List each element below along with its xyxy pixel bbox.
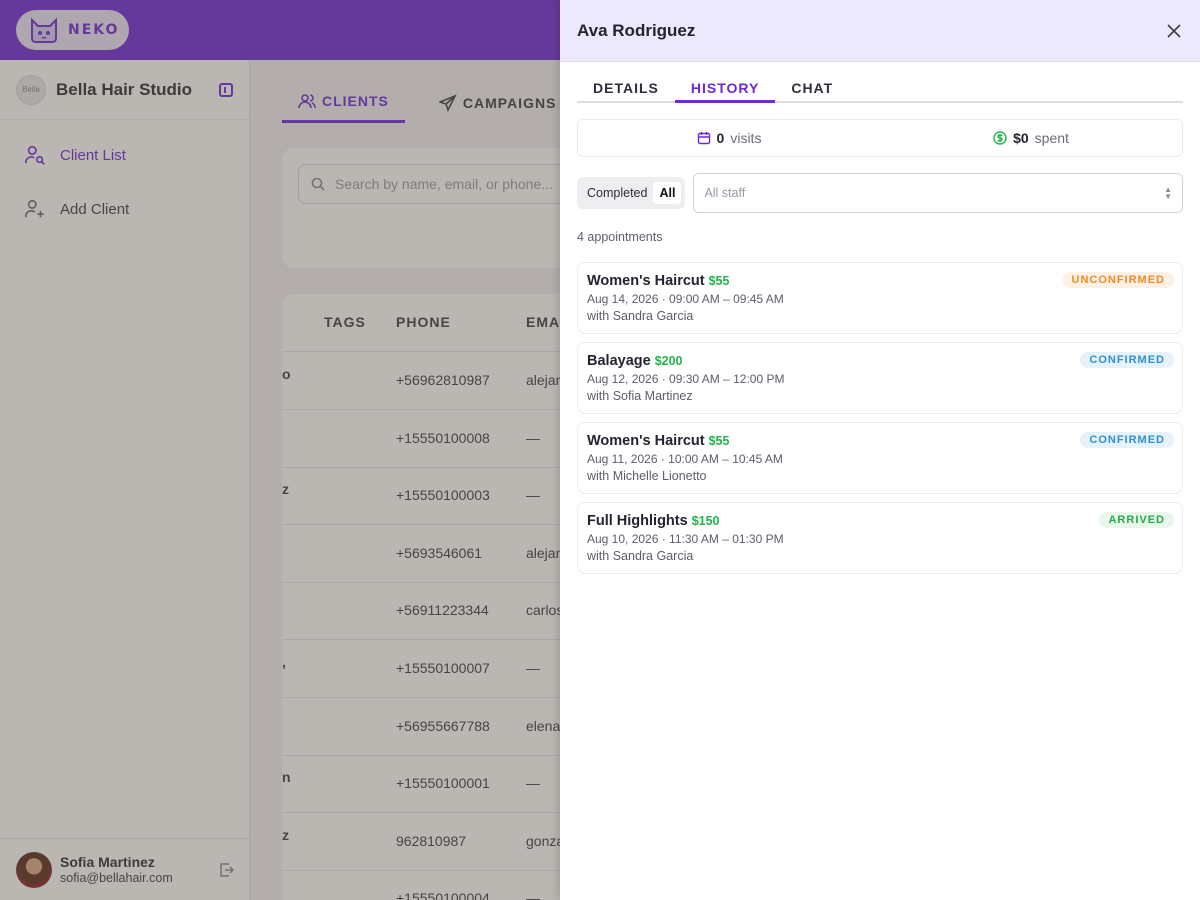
visits-label: visits [730, 130, 762, 146]
service-name: Women's Haircut [587, 273, 705, 289]
filter-completed-button[interactable]: Completed [581, 182, 653, 204]
staff-select[interactable]: All staff ▲ ▼ [693, 173, 1183, 213]
appointment-title: Women's Haircut $55 [587, 433, 729, 449]
appointment-staff: with Sofia Martinez [587, 389, 693, 403]
filter-all-button[interactable]: All [653, 182, 682, 204]
appointment-title: Balayage $200 [587, 353, 683, 369]
visits-value: 0 [716, 130, 725, 146]
spent-label: spent [1034, 130, 1069, 146]
service-name: Women's Haircut [587, 433, 705, 449]
appointment-card[interactable]: Balayage $200 Aug 12, 2026 · 09:30 AM – 12… [577, 342, 1183, 414]
drawer-tabs: DETAILS HISTORY CHAT [577, 78, 1183, 103]
close-icon [1167, 23, 1181, 38]
drawer-header: Ava Rodriguez [560, 0, 1200, 62]
dollar-circle-icon [993, 131, 1007, 145]
service-price: $55 [708, 274, 730, 288]
status-toggle: Completed All [577, 177, 686, 209]
appointment-card[interactable]: Full Highlights $150 Aug 10, 2026 · 11:30 … [577, 502, 1183, 574]
appointment-staff: with Sandra Garcia [587, 549, 694, 563]
service-price: $55 [708, 434, 730, 448]
spent-stat: $0 spent [880, 120, 1182, 156]
appointment-staff: with Sandra Garcia [587, 309, 694, 323]
client-stats: 0 visits $0 spent [577, 119, 1183, 157]
appointment-staff: with Michelle Lionetto [587, 469, 707, 483]
appointment-time: Aug 14, 2026 · 09:00 AM – 09:45 AM [587, 292, 784, 306]
service-price: $200 [654, 354, 683, 368]
status-badge: UNCONFIRMED [1062, 272, 1174, 288]
tab-details[interactable]: DETAILS [577, 78, 675, 103]
service-price: $150 [691, 514, 720, 528]
status-badge: ARRIVED [1099, 512, 1174, 528]
select-arrows-icon: ▲ ▼ [1164, 185, 1172, 201]
service-name: Balayage [587, 353, 651, 369]
visits-stat: 0 visits [578, 120, 880, 156]
tab-chat[interactable]: CHAT [775, 78, 849, 103]
status-badge: CONFIRMED [1080, 352, 1174, 368]
close-button[interactable] [1154, 11, 1194, 51]
staff-select-value: All staff [704, 186, 746, 200]
appointment-card[interactable]: Women's Haircut $55 Aug 11, 2026 · 10:00 A… [577, 422, 1183, 494]
tab-history[interactable]: HISTORY [674, 78, 776, 103]
appointment-title: Full Highlights $150 [587, 513, 720, 529]
service-name: Full Highlights [587, 513, 688, 529]
appointment-time: Aug 11, 2026 · 10:00 AM – 10:45 AM [587, 452, 783, 466]
client-drawer: Ava Rodriguez DETAILS HISTORY CHAT 0 vis… [560, 0, 1200, 900]
calendar-icon [697, 132, 710, 145]
appointment-time: Aug 10, 2026 · 11:30 AM – 01:30 PM [587, 532, 784, 546]
history-filters: Completed All All staff ▲ ▼ [577, 173, 1183, 213]
appointment-time: Aug 12, 2026 · 09:30 AM – 12:00 PM [587, 372, 785, 386]
client-name-title: Ava Rodriguez [577, 20, 696, 40]
appointment-count: 4 appointments [577, 230, 663, 244]
status-badge: CONFIRMED [1080, 432, 1174, 448]
spent-value: $0 [1013, 130, 1029, 146]
appointment-title: Women's Haircut $55 [587, 273, 729, 289]
appointment-card[interactable]: Women's Haircut $55 Aug 14, 2026 · 09:00 A… [577, 262, 1183, 334]
